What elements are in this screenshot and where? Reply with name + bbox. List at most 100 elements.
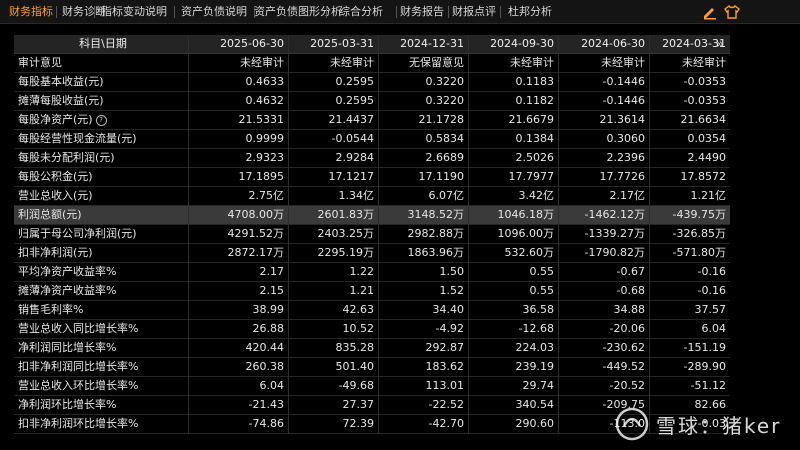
- table-cell: 2.5026: [515, 151, 555, 164]
- table-cell: 0.1183: [515, 75, 555, 88]
- table-cell: 260.38: [245, 360, 285, 373]
- table-row[interactable]: 销售毛利率% 38.99 42.63 34.40 36.58 34.88 37.57: [14, 301, 730, 320]
- column-header-date: 2025-03-31: [310, 37, 374, 50]
- tab-5[interactable]: 资产负债图形分析: [254, 0, 342, 24]
- scroll-right-icon[interactable]: »: [712, 37, 728, 53]
- table-cell: -49.68: [338, 379, 374, 392]
- table-cell: -20.52: [609, 379, 645, 392]
- column-header-date: 2025-06-30: [220, 37, 284, 50]
- table-cell: 2982.88万: [407, 227, 465, 240]
- table-cell: 1096.00万: [497, 227, 555, 240]
- row-label: 摊薄每股收益(元): [18, 94, 104, 107]
- tab-divider: [56, 6, 57, 18]
- table-row[interactable]: 扣非净利润(元) 2872.17万 2295.19万 1863.96万 532.60万 -…: [14, 244, 730, 263]
- table-row[interactable]: 营业总收入同比增长率% 26.88 10.52 -4.92 -12.68 -20.06 6.…: [14, 320, 730, 339]
- table-row[interactable]: 审计意见 未经审计 未经审计 无保留意见 未经审计 未经审计 未经审计: [14, 54, 730, 73]
- table-cell: 2403.25万: [317, 227, 375, 240]
- table-cell: 290.60: [515, 417, 555, 430]
- table-row[interactable]: 每股未分配利润(元) 2.9323 2.9284 2.6689 2.5026 2.2396…: [14, 149, 730, 168]
- column-header-date: 2024-12-31: [400, 37, 464, 50]
- table-cell: 17.1217: [328, 170, 375, 183]
- table-cell: 2.17: [259, 265, 285, 278]
- table-cell: 1.52: [439, 284, 465, 297]
- tab-7[interactable]: 财务报告: [396, 0, 449, 24]
- table-row[interactable]: 每股净资产(元)? 21.5331 21.4437 21.1728 21.6679 21.…: [14, 111, 730, 130]
- table-cell: 6.07亿: [428, 189, 465, 202]
- tab-label: 杜邦分析: [508, 5, 552, 18]
- table-cell: 0.3060: [606, 132, 646, 145]
- table-row[interactable]: 摊薄每股收益(元) 0.4632 0.2595 0.3220 0.1182 -0.1446…: [14, 92, 730, 111]
- tab-3[interactable]: 指标变动说明: [94, 0, 175, 24]
- table-cell: 2.9284: [335, 151, 375, 164]
- row-label: 净利润环比增长率%: [18, 398, 117, 411]
- tab-1[interactable]: 财务指标: [6, 0, 57, 24]
- table-cell: 21.4437: [328, 113, 375, 126]
- table-cell: 0.1384: [515, 132, 555, 145]
- table-cell: 2.6689: [425, 151, 465, 164]
- info-icon[interactable]: ?: [95, 115, 107, 126]
- shirt-icon[interactable]: [724, 4, 740, 20]
- row-label: 净利润同比增长率%: [18, 341, 117, 354]
- table-cell: 1.22: [349, 265, 375, 278]
- table-cell: -0.1446: [602, 75, 645, 88]
- table-row[interactable]: 每股基本收益(元) 0.4633 0.2595 0.3220 0.1183 -0.1446…: [14, 73, 730, 92]
- table-row[interactable]: 营业总收入(元) 2.75亿 1.34亿 6.07亿 3.42亿 2.17亿 1.21亿: [14, 187, 730, 206]
- column-header-date: 2024-09-30: [490, 37, 554, 50]
- tab-6[interactable]: 综合分析: [326, 0, 397, 24]
- table-cell: 21.6679: [508, 113, 555, 126]
- table-cell: -4.92: [435, 322, 464, 335]
- tab-9[interactable]: 杜邦分析: [500, 0, 560, 24]
- table-cell: 0.4632: [245, 94, 285, 107]
- tab-2[interactable]: 财务诊断: [62, 0, 106, 24]
- table-row[interactable]: 利润总额(元) 4708.00万 2601.83万 3148.52万 1046.18万 -…: [14, 206, 730, 225]
- table-cell: -1790.82万: [584, 246, 645, 259]
- table-row[interactable]: 每股公积金(元) 17.1895 17.1217 17.1190 17.7977 17.7…: [14, 168, 730, 187]
- table-cell: 2.9323: [245, 151, 285, 164]
- table-cell: -20.06: [609, 322, 645, 335]
- table-cell: 420.44: [245, 341, 285, 354]
- table-row[interactable]: 扣非净利润同比增长率% 260.38 501.40 183.62 239.19 -449.…: [14, 358, 730, 377]
- row-label: 平均净资产收益率%: [18, 265, 117, 278]
- table-cell: 532.60万: [504, 246, 555, 259]
- table-row[interactable]: 平均净资产收益率% 2.17 1.22 1.50 0.55 -0.67 -0.16: [14, 263, 730, 282]
- table-row[interactable]: 净利润同比增长率% 420.44 835.28 292.87 224.03 -230.62…: [14, 339, 730, 358]
- table-row[interactable]: 每股经营性现金流量(元) 0.9999 -0.0544 0.5834 0.1384 0.3…: [14, 130, 730, 149]
- tab-4[interactable]: 资产负债说明: [174, 0, 255, 24]
- table-cell: 1863.96万: [407, 246, 465, 259]
- tab-label: 财务指标: [9, 5, 53, 18]
- column-divider: [649, 35, 650, 434]
- table-row[interactable]: 营业总收入环比增长率% 6.04 -49.68 113.01 29.74 -20.52 -5…: [14, 377, 730, 396]
- table-cell: -0.16: [697, 284, 726, 297]
- column-header-date: 2024-06-30: [581, 37, 645, 50]
- row-label: 每股经营性现金流量(元): [18, 132, 137, 145]
- row-label: 摊薄净资产收益率%: [18, 284, 117, 297]
- table-cell: -439.75万: [672, 208, 726, 221]
- tab-8[interactable]: 财报点评: [448, 0, 501, 24]
- table-cell: 21.1728: [418, 113, 465, 126]
- table-cell: 2872.17万: [227, 246, 285, 259]
- row-label: 销售毛利率%: [18, 303, 84, 316]
- tab-label: 财务报告: [400, 5, 444, 18]
- table-cell: -0.67: [616, 265, 645, 278]
- table-cell: 0.3220: [425, 94, 465, 107]
- table-cell: -0.0353: [683, 75, 726, 88]
- table-cell: 2295.19万: [317, 246, 375, 259]
- table-cell: 6.04: [701, 322, 727, 335]
- table-cell: 1.34亿: [338, 189, 375, 202]
- table-cell: -571.80万: [672, 246, 726, 259]
- table-cell: -22.52: [428, 398, 464, 411]
- table-row[interactable]: 归属于母公司净利润(元) 4291.52万 2403.25万 2982.88万 1096…: [14, 225, 730, 244]
- row-label: 扣非净利润环比增长率%: [18, 417, 139, 430]
- table-cell: -151.19: [683, 341, 726, 354]
- table-cell: 0.0354: [687, 132, 727, 145]
- table-cell: -0.16: [697, 265, 726, 278]
- table-cell: 42.63: [342, 303, 375, 316]
- column-divider: [288, 35, 289, 434]
- table-cell: 0.2595: [335, 75, 375, 88]
- table-cell: -74.86: [248, 417, 284, 430]
- table-cell: 17.7977: [508, 170, 555, 183]
- table-cell: 21.5331: [238, 113, 285, 126]
- table-cell: -0.0353: [683, 94, 726, 107]
- edit-icon[interactable]: [702, 4, 718, 20]
- table-row[interactable]: 摊薄净资产收益率% 2.15 1.21 1.52 0.55 -0.68 -0.16: [14, 282, 730, 301]
